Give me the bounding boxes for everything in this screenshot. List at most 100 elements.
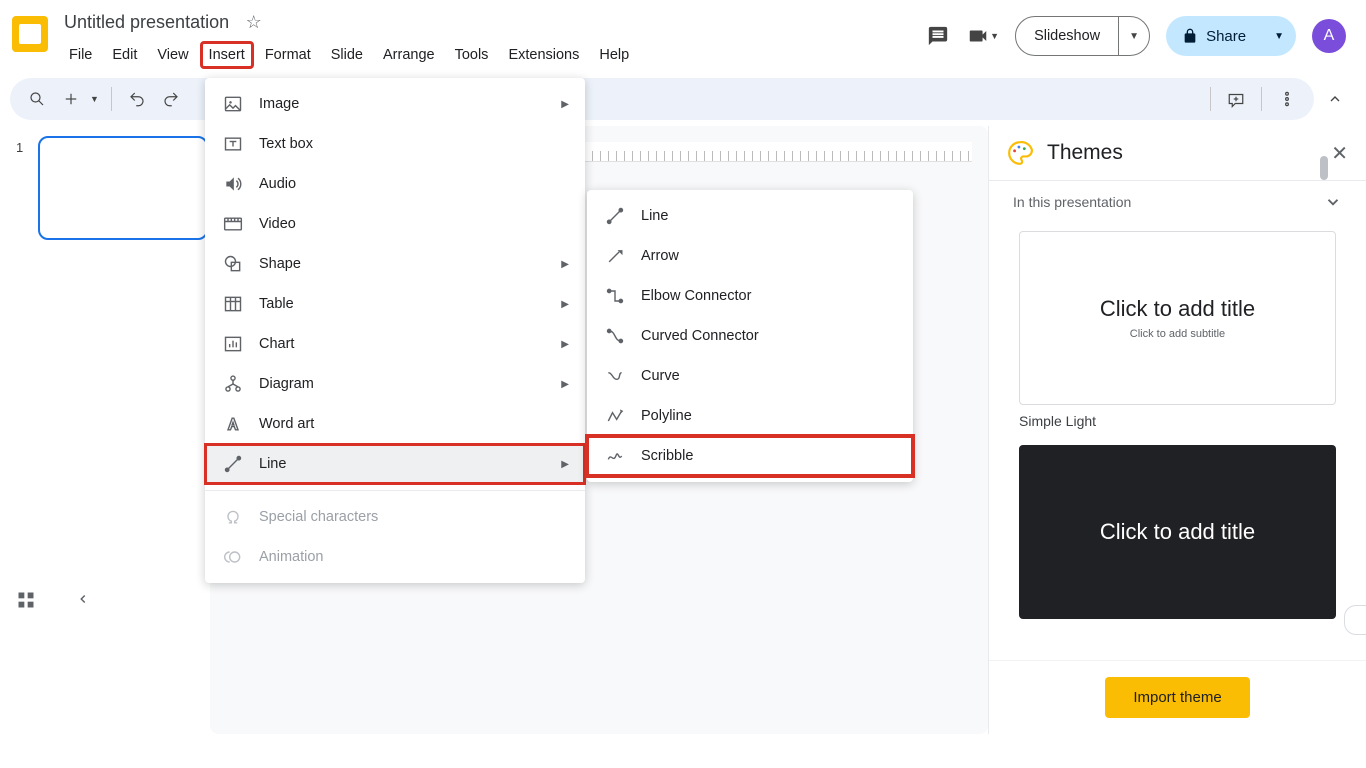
line-type-arrow[interactable]: Arrow (587, 236, 913, 276)
submenu-arrow-icon: ▶ (561, 379, 569, 390)
theme-preview-subtitle: Click to add subtitle (1130, 328, 1225, 340)
insert-audio-label: Audio (259, 176, 296, 192)
import-theme-button[interactable]: Import theme (1105, 677, 1249, 718)
elbow-icon (603, 284, 627, 308)
diagram-icon (221, 372, 245, 396)
insert-wordart[interactable]: Word art (205, 404, 585, 444)
menu-view[interactable]: View (148, 41, 197, 69)
submenu-arrow-icon: ▶ (561, 459, 569, 470)
themes-title: Themes (1047, 141, 1123, 165)
theme-name-label: Simple Light (1019, 413, 1336, 429)
scrollbar-thumb[interactable] (1320, 156, 1328, 180)
wordart-icon (221, 412, 245, 436)
line-icon (221, 452, 245, 476)
line-type-line-label: Line (641, 208, 668, 224)
line-type-polyline[interactable]: Polyline (587, 396, 913, 436)
menu-help[interactable]: Help (590, 41, 638, 69)
themes-section-toggle[interactable]: In this presentation (989, 181, 1366, 223)
themes-panel: Themes ✕ In this presentation Click to a… (988, 126, 1366, 734)
menu-file[interactable]: File (60, 41, 101, 69)
share-label: Share (1206, 28, 1246, 45)
submenu-arrow-icon: ▶ (561, 299, 569, 310)
palette-icon (1007, 140, 1033, 166)
account-avatar[interactable]: A (1312, 19, 1346, 53)
insert-textbox[interactable]: Text box (205, 124, 585, 164)
line-type-polyline-label: Polyline (641, 408, 692, 424)
insert-line-label: Line (259, 456, 286, 472)
slide-thumbnail[interactable] (38, 136, 208, 240)
menu-slide[interactable]: Slide (322, 41, 372, 69)
insert-special-characters: Special characters (205, 497, 585, 537)
undo-icon[interactable] (124, 86, 150, 112)
line-type-elbow[interactable]: Elbow Connector (587, 276, 913, 316)
menu-tools[interactable]: Tools (446, 41, 498, 69)
video-icon (221, 212, 245, 236)
insert-chart-label: Chart (259, 336, 294, 352)
theme-card-simple-light[interactable]: Click to add title Click to add subtitle (1019, 231, 1336, 405)
document-title[interactable]: Untitled presentation (60, 8, 233, 37)
insert-line[interactable]: Line ▶ (205, 444, 585, 484)
polyline-icon (603, 404, 627, 428)
line-type-curved[interactable]: Curved Connector (587, 316, 913, 356)
submenu-arrow-icon: ▶ (561, 339, 569, 350)
line-type-scribble-label: Scribble (641, 448, 693, 464)
meet-icon[interactable] (966, 24, 990, 48)
menu-bar: File Edit View Insert Format Slide Arran… (60, 41, 638, 69)
shape-icon (221, 252, 245, 276)
submenu-arrow-icon: ▶ (561, 259, 569, 270)
insert-shape[interactable]: Shape ▶ (205, 244, 585, 284)
textbox-icon (221, 132, 245, 156)
redo-icon[interactable] (158, 86, 184, 112)
theme-preview-title: Click to add title (1100, 519, 1255, 545)
chart-icon (221, 332, 245, 356)
insert-chart[interactable]: Chart ▶ (205, 324, 585, 364)
share-dropdown-icon[interactable]: ▼ (1262, 31, 1296, 42)
insert-textbox-label: Text box (259, 136, 313, 152)
grid-view-icon[interactable] (16, 590, 36, 610)
theme-preview-title: Click to add title (1100, 296, 1255, 322)
menu-insert[interactable]: Insert (200, 41, 254, 69)
menu-format[interactable]: Format (256, 41, 320, 69)
new-slide-dropdown-icon[interactable]: ▼ (90, 94, 99, 104)
close-icon[interactable]: ✕ (1331, 141, 1348, 166)
insert-table-label: Table (259, 296, 294, 312)
comment-icon[interactable] (1223, 86, 1249, 112)
share-button[interactable]: Share ▼ (1166, 16, 1296, 56)
table-icon (221, 292, 245, 316)
omega-icon (221, 505, 245, 529)
submenu-arrow-icon: ▶ (561, 99, 569, 110)
insert-table[interactable]: Table ▶ (205, 284, 585, 324)
explore-tab[interactable] (1344, 605, 1366, 635)
slideshow-dropdown-icon[interactable]: ▼ (1118, 17, 1149, 55)
new-slide-icon[interactable] (58, 86, 84, 112)
insert-audio[interactable]: Audio (205, 164, 585, 204)
insert-diagram[interactable]: Diagram ▶ (205, 364, 585, 404)
line-type-scribble[interactable]: Scribble (587, 436, 913, 476)
line-type-line[interactable]: Line (587, 196, 913, 236)
search-icon[interactable] (24, 86, 50, 112)
line-straight-icon (603, 204, 627, 228)
animation-icon (221, 545, 245, 569)
themes-section-label: In this presentation (1013, 194, 1131, 210)
curve-icon (603, 364, 627, 388)
menu-edit[interactable]: Edit (103, 41, 146, 69)
star-icon[interactable]: ☆ (246, 12, 262, 32)
arrow-icon (603, 244, 627, 268)
menu-extensions[interactable]: Extensions (499, 41, 588, 69)
chevron-left-icon[interactable] (76, 592, 90, 609)
theme-card-simple-dark[interactable]: Click to add title (1019, 445, 1336, 619)
insert-image[interactable]: Image ▶ (205, 84, 585, 124)
slideshow-button[interactable]: Slideshow ▼ (1015, 16, 1150, 56)
insert-animation: Animation (205, 537, 585, 577)
insert-video[interactable]: Video (205, 204, 585, 244)
slides-logo[interactable] (12, 16, 48, 52)
collapse-toolbar-icon[interactable] (1314, 78, 1356, 120)
slide-number: 1 (16, 140, 23, 155)
more-icon[interactable] (1274, 86, 1300, 112)
meet-dropdown-icon[interactable]: ▼ (990, 31, 999, 41)
menu-arrange[interactable]: Arrange (374, 41, 444, 69)
insert-image-label: Image (259, 96, 299, 112)
slideshow-label: Slideshow (1016, 28, 1118, 44)
line-type-curve[interactable]: Curve (587, 356, 913, 396)
comment-history-icon[interactable] (926, 24, 950, 48)
